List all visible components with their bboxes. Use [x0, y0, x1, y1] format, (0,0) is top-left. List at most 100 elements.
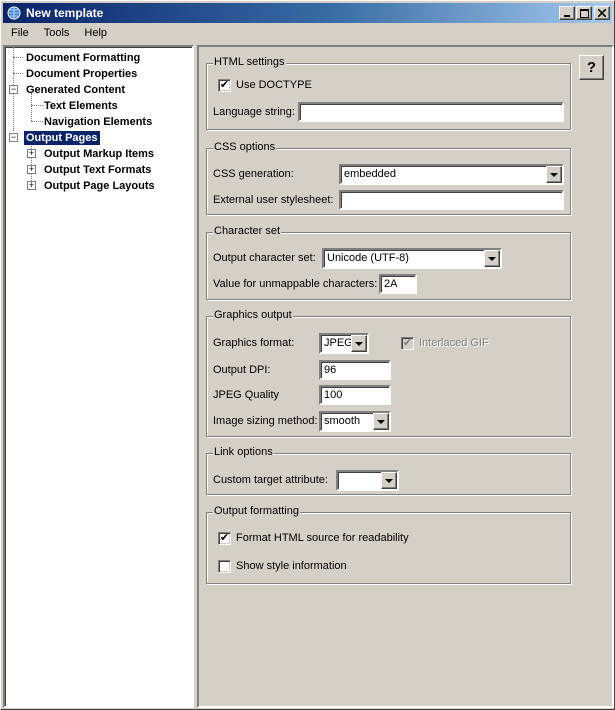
custom-target-row: Custom target attribute:: [213, 470, 328, 490]
interlaced-gif-label: Interlaced GIF: [419, 337, 489, 349]
image-sizing-row: Image sizing method:: [213, 411, 318, 431]
group-title: Output formatting: [213, 504, 300, 518]
custom-target-select[interactable]: [336, 470, 399, 491]
character-set-group: Character set Output character set: Unic…: [206, 224, 571, 300]
tree-item-label: Output Text Formats: [44, 164, 152, 176]
output-charset-label: Output character set:: [213, 252, 316, 264]
minimize-button[interactable]: [559, 6, 575, 20]
tree-item-label: Output Markup Items: [44, 148, 155, 160]
dropdown-arrow-icon[interactable]: [373, 413, 389, 430]
unmappable-row: Value for unmappable characters:: [213, 274, 377, 294]
menu-file[interactable]: File: [3, 24, 36, 42]
close-button[interactable]: [594, 6, 610, 20]
output-charset-select[interactable]: Unicode (UTF-8): [322, 248, 502, 269]
tree-item-label: Document Properties: [26, 68, 138, 80]
tree-item-output-markup-items[interactable]: + Output Markup Items: [5, 146, 192, 162]
image-sizing-select[interactable]: smooth: [319, 411, 391, 432]
tree-item-output-pages[interactable]: − Output Pages: [5, 130, 192, 146]
menu-help[interactable]: Help: [76, 24, 114, 42]
format-readability-label: Format HTML source for readability: [236, 532, 409, 544]
application-window: New template File Tools Help Document Fo…: [0, 0, 615, 710]
external-stylesheet-input[interactable]: [339, 190, 564, 210]
jpeg-quality-input[interactable]: 100: [319, 385, 391, 405]
collapse-icon[interactable]: −: [9, 85, 18, 94]
output-charset-value: Unicode (UTF-8): [327, 252, 409, 264]
menu-bar: File Tools Help: [3, 24, 612, 42]
use-doctype-checkbox[interactable]: ✔: [218, 78, 231, 92]
unmappable-label: Value for unmappable characters:: [213, 278, 378, 290]
jpeg-quality-row: JPEG Quality: [213, 385, 279, 405]
tree-item-label: Navigation Elements: [44, 116, 153, 128]
menu-tools[interactable]: Tools: [36, 24, 77, 42]
group-title: CSS options: [213, 140, 277, 154]
tree-item-label: Document Formatting: [26, 52, 141, 64]
css-generation-value: embedded: [344, 168, 396, 180]
group-title: Graphics output: [213, 308, 293, 322]
language-string-row: Language string:: [213, 102, 295, 122]
interlaced-gif-checkbox: ✔: [401, 336, 414, 350]
minimize-icon: [564, 15, 570, 17]
tree-item-label: Output Page Layouts: [44, 180, 155, 192]
tree-item-label: Generated Content: [26, 84, 126, 96]
use-doctype-row[interactable]: ✔ Use DOCTYPE: [218, 75, 312, 95]
tree-item-document-formatting[interactable]: Document Formatting: [5, 50, 192, 66]
settings-panel: ? HTML settings ✔ Use DOCTYPE Language s…: [197, 45, 614, 708]
external-stylesheet-row: External user stylesheet:: [213, 190, 333, 210]
custom-target-label: Custom target attribute:: [213, 474, 328, 486]
collapse-icon[interactable]: −: [9, 133, 18, 142]
group-title: Character set: [213, 224, 282, 238]
title-bar[interactable]: New template: [3, 3, 612, 23]
tree-item-output-page-layouts[interactable]: + Output Page Layouts: [5, 178, 192, 194]
css-generation-label: CSS generation:: [213, 168, 294, 180]
tree-item-text-elements[interactable]: Text Elements: [5, 98, 192, 114]
tree-item-navigation-elements[interactable]: Navigation Elements: [5, 114, 192, 130]
dropdown-arrow-icon[interactable]: [484, 250, 500, 267]
show-style-info-label: Show style information: [236, 560, 347, 572]
expand-icon[interactable]: +: [27, 165, 36, 174]
language-string-label: Language string:: [213, 106, 295, 118]
help-button[interactable]: ?: [579, 55, 604, 80]
app-globe-icon: [6, 5, 22, 21]
expand-icon[interactable]: +: [27, 149, 36, 158]
tree-item-generated-content[interactable]: − Generated Content: [5, 82, 192, 98]
graphics-format-select[interactable]: JPEG: [319, 333, 369, 354]
output-dpi-row: Output DPI:: [213, 360, 270, 380]
tree-item-label: Output Pages: [23, 130, 101, 146]
external-stylesheet-label: External user stylesheet:: [213, 194, 334, 206]
use-doctype-label: Use DOCTYPE: [236, 79, 312, 91]
output-formatting-group: Output formatting ✔ Format HTML source f…: [206, 504, 571, 584]
dropdown-arrow-icon[interactable]: [381, 472, 397, 489]
output-dpi-label: Output DPI:: [213, 364, 271, 376]
tree-item-output-text-formats[interactable]: + Output Text Formats: [5, 162, 192, 178]
interlaced-gif-row: ✔ Interlaced GIF: [401, 333, 489, 353]
dropdown-arrow-icon[interactable]: [546, 166, 562, 183]
group-title: HTML settings: [213, 55, 286, 69]
dropdown-arrow-icon[interactable]: [351, 335, 367, 352]
graphics-format-label: Graphics format:: [213, 337, 295, 349]
jpeg-quality-label: JPEG Quality: [213, 389, 280, 401]
output-dpi-input[interactable]: 96: [319, 360, 391, 380]
html-settings-group: HTML settings ✔ Use DOCTYPE Language str…: [206, 55, 571, 130]
maximize-button[interactable]: [576, 6, 592, 20]
expand-icon[interactable]: +: [27, 181, 36, 190]
language-string-input[interactable]: [298, 102, 564, 122]
tree-item-label: Text Elements: [44, 100, 118, 112]
image-sizing-value: smooth: [324, 415, 361, 427]
unmappable-input[interactable]: 2A: [379, 274, 417, 294]
window-title: New template: [26, 6, 104, 20]
show-style-info-row[interactable]: Show style information: [218, 556, 347, 576]
tree-item-document-properties[interactable]: Document Properties: [5, 66, 192, 82]
css-generation-select[interactable]: embedded: [339, 164, 564, 185]
navigation-tree: Document Formatting Document Properties …: [5, 47, 192, 194]
group-title: Link options: [213, 445, 274, 459]
close-icon: [598, 9, 606, 17]
css-options-group: CSS options CSS generation: embedded Ext…: [206, 140, 571, 215]
link-options-group: Link options Custom target attribute:: [206, 445, 571, 495]
format-readability-checkbox[interactable]: ✔: [218, 531, 231, 545]
show-style-info-checkbox[interactable]: [218, 559, 231, 573]
graphics-output-group: Graphics output Graphics format: JPEG ✔ …: [206, 308, 571, 437]
graphics-format-value: JPEG: [324, 337, 351, 349]
help-icon: ?: [586, 59, 597, 76]
maximize-icon: [579, 8, 589, 18]
format-readability-row[interactable]: ✔ Format HTML source for readability: [218, 528, 409, 548]
